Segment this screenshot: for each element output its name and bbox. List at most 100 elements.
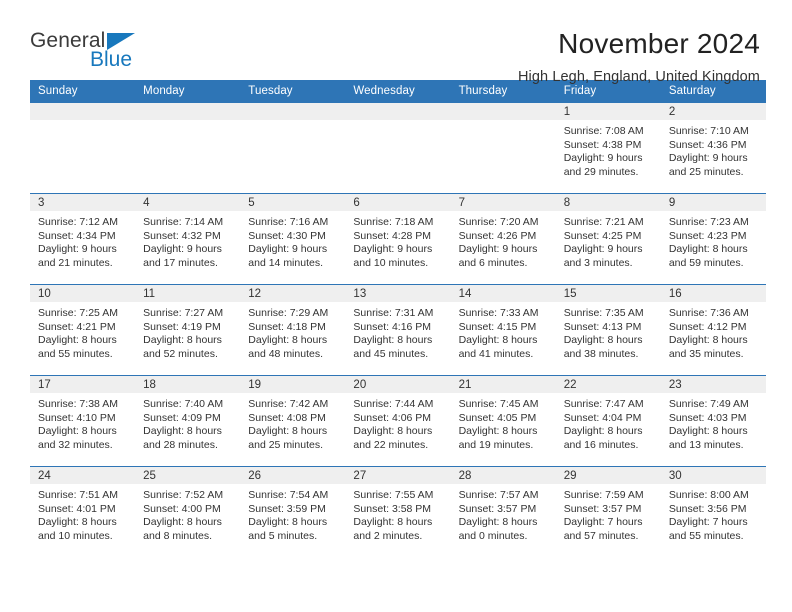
daylight-text: Daylight: 8 hours and 32 minutes. <box>38 425 117 451</box>
day-details: Sunrise: 7:18 AM Sunset: 4:28 PM Daylight:… <box>345 211 450 270</box>
day-number: 3 <box>30 194 136 211</box>
calendar-cell-day[interactable]: 9 Sunrise: 7:23 AM Sunset: 4:23 PM Daylight… <box>660 193 766 285</box>
day-details: Sunrise: 7:44 AM Sunset: 4:06 PM Daylight:… <box>345 393 450 452</box>
weekday-header-tuesday: Tuesday <box>240 80 346 103</box>
day-details: Sunrise: 7:55 AM Sunset: 3:58 PM Daylight:… <box>345 484 450 543</box>
calendar-cell-day[interactable]: 18 Sunrise: 7:40 AM Sunset: 4:09 PM Dayligh… <box>135 375 241 467</box>
daylight-text: Daylight: 7 hours and 57 minutes. <box>563 516 643 542</box>
calendar-cell-day[interactable]: 16 Sunrise: 7:36 AM Sunset: 4:12 PM Dayligh… <box>660 284 766 376</box>
sunrise-text: Sunrise: 7:27 AM <box>143 307 224 319</box>
calendar-page: General Blue November 2024 High Legh, En… <box>0 0 792 612</box>
daylight-text: Daylight: 8 hours and 45 minutes. <box>353 334 433 360</box>
daylight-text: Daylight: 8 hours and 38 minutes. <box>563 334 643 360</box>
calendar-cell-day[interactable]: 24 Sunrise: 7:51 AM Sunset: 4:01 PM Dayligh… <box>30 466 136 557</box>
day-number: 17 <box>30 376 136 393</box>
sunset-text: Sunset: 4:23 PM <box>668 229 747 242</box>
day-cell: 17 Sunrise: 7:38 AM Sunset: 4:10 PM Dayligh… <box>30 376 136 466</box>
calendar-cell-day[interactable]: 6 Sunrise: 7:18 AM Sunset: 4:28 PM Daylight… <box>345 193 451 285</box>
sunset-text: Sunset: 4:18 PM <box>248 320 326 333</box>
calendar-cell-day[interactable]: 17 Sunrise: 7:38 AM Sunset: 4:10 PM Dayligh… <box>30 375 136 467</box>
day-number <box>240 103 346 120</box>
sunset-text: Sunset: 4:05 PM <box>458 411 537 424</box>
page-title: November 2024 <box>558 28 760 59</box>
day-number: 23 <box>660 376 766 393</box>
sunset-text: Sunset: 4:00 PM <box>143 502 221 515</box>
day-details: Sunrise: 7:33 AM Sunset: 4:15 PM Daylight:… <box>451 302 556 361</box>
calendar-cell-day[interactable]: 15 Sunrise: 7:35 AM Sunset: 4:13 PM Dayligh… <box>555 284 661 376</box>
day-details: Sunrise: 7:21 AM Sunset: 4:25 PM Daylight:… <box>556 211 661 270</box>
calendar-cell-day[interactable]: 26 Sunrise: 7:54 AM Sunset: 3:59 PM Dayligh… <box>240 466 346 557</box>
day-cell: 20 Sunrise: 7:44 AM Sunset: 4:06 PM Dayligh… <box>345 376 451 466</box>
calendar-cell-day[interactable]: 11 Sunrise: 7:27 AM Sunset: 4:19 PM Dayligh… <box>135 284 241 376</box>
day-number <box>450 103 556 120</box>
day-number: 2 <box>660 103 766 120</box>
daylight-text: Daylight: 7 hours and 55 minutes. <box>668 516 748 542</box>
general-blue-logo[interactable]: General Blue <box>30 28 170 76</box>
calendar-cell-day[interactable]: 19 Sunrise: 7:42 AM Sunset: 4:08 PM Dayligh… <box>240 375 346 467</box>
calendar-week-row: 1 Sunrise: 7:08 AM Sunset: 4:38 PM Daylight… <box>30 103 766 194</box>
weekday-header-monday: Monday <box>135 80 241 103</box>
calendar-week-row: 3 Sunrise: 7:12 AM Sunset: 4:34 PM Daylight… <box>30 193 766 285</box>
weekday-header-wednesday: Wednesday <box>345 80 451 103</box>
day-number: 1 <box>555 103 661 120</box>
sunrise-text: Sunrise: 7:31 AM <box>353 307 434 319</box>
calendar-cell-empty <box>30 103 136 194</box>
calendar-cell-day[interactable]: 22 Sunrise: 7:47 AM Sunset: 4:04 PM Dayligh… <box>555 375 661 467</box>
day-cell: 24 Sunrise: 7:51 AM Sunset: 4:01 PM Dayligh… <box>30 467 136 557</box>
day-number: 14 <box>450 285 556 302</box>
calendar-cell-day[interactable]: 25 Sunrise: 7:52 AM Sunset: 4:00 PM Dayligh… <box>135 466 241 557</box>
calendar-cell-day[interactable]: 29 Sunrise: 7:59 AM Sunset: 3:57 PM Dayligh… <box>555 466 661 557</box>
calendar-cell-day[interactable]: 3 Sunrise: 7:12 AM Sunset: 4:34 PM Daylight… <box>30 193 136 285</box>
calendar-cell-day[interactable]: 27 Sunrise: 7:55 AM Sunset: 3:58 PM Dayligh… <box>345 466 451 557</box>
calendar-cell-day[interactable]: 20 Sunrise: 7:44 AM Sunset: 4:06 PM Dayligh… <box>345 375 451 467</box>
daylight-text: Daylight: 8 hours and 22 minutes. <box>353 425 433 451</box>
calendar-cell-day[interactable]: 4 Sunrise: 7:14 AM Sunset: 4:32 PM Daylight… <box>135 193 241 285</box>
day-details: Sunrise: 7:12 AM Sunset: 4:34 PM Daylight:… <box>30 211 135 270</box>
day-cell: 15 Sunrise: 7:35 AM Sunset: 4:13 PM Dayligh… <box>555 285 661 375</box>
calendar-container: Sunday Monday Tuesday Wednesday Thursday… <box>0 80 792 557</box>
calendar-week-row: 17 Sunrise: 7:38 AM Sunset: 4:10 PM Dayligh… <box>30 375 766 467</box>
title-block: November 2024 High Legh, England, United… <box>518 28 764 85</box>
day-cell: 8 Sunrise: 7:21 AM Sunset: 4:25 PM Daylight… <box>555 194 661 284</box>
day-details: Sunrise: 7:45 AM Sunset: 4:05 PM Daylight:… <box>451 393 556 452</box>
sunset-text: Sunset: 4:16 PM <box>353 320 432 333</box>
day-details: Sunrise: 7:51 AM Sunset: 4:01 PM Daylight:… <box>30 484 135 543</box>
daylight-text: Daylight: 9 hours and 29 minutes. <box>563 152 643 178</box>
sunset-text: Sunset: 4:15 PM <box>458 320 537 333</box>
calendar-cell-day[interactable]: 1 Sunrise: 7:08 AM Sunset: 4:38 PM Daylight… <box>555 103 661 194</box>
day-number: 28 <box>450 467 556 484</box>
calendar-cell-day[interactable]: 2 Sunrise: 7:10 AM Sunset: 4:36 PM Daylight… <box>660 103 766 194</box>
sunrise-text: Sunrise: 7:40 AM <box>143 398 224 410</box>
calendar-cell-day[interactable]: 5 Sunrise: 7:16 AM Sunset: 4:30 PM Daylight… <box>240 193 346 285</box>
calendar-cell-day[interactable]: 30 Sunrise: 8:00 AM Sunset: 3:56 PM Dayligh… <box>660 466 766 557</box>
day-details: Sunrise: 7:49 AM Sunset: 4:03 PM Daylight:… <box>661 393 766 452</box>
calendar-cell-day[interactable]: 8 Sunrise: 7:21 AM Sunset: 4:25 PM Daylight… <box>555 193 661 285</box>
sunset-text: Sunset: 4:13 PM <box>563 320 642 333</box>
calendar-cell-day[interactable]: 13 Sunrise: 7:31 AM Sunset: 4:16 PM Dayligh… <box>345 284 451 376</box>
day-details: Sunrise: 7:16 AM Sunset: 4:30 PM Daylight:… <box>240 211 345 270</box>
calendar-cell-day[interactable]: 28 Sunrise: 7:57 AM Sunset: 3:57 PM Dayligh… <box>450 466 556 557</box>
calendar-cell-day[interactable]: 12 Sunrise: 7:29 AM Sunset: 4:18 PM Dayligh… <box>240 284 346 376</box>
day-number: 10 <box>30 285 136 302</box>
daylight-text: Daylight: 8 hours and 5 minutes. <box>248 516 328 542</box>
sunrise-text: Sunrise: 7:47 AM <box>563 398 644 410</box>
calendar-cell-empty <box>345 103 451 194</box>
sunset-text: Sunset: 3:57 PM <box>458 502 537 515</box>
day-number: 29 <box>555 467 661 484</box>
calendar-cell-day[interactable]: 14 Sunrise: 7:33 AM Sunset: 4:15 PM Dayligh… <box>450 284 556 376</box>
calendar-cell-day[interactable]: 10 Sunrise: 7:25 AM Sunset: 4:21 PM Dayligh… <box>30 284 136 376</box>
daylight-text: Daylight: 9 hours and 6 minutes. <box>458 243 538 269</box>
day-details: Sunrise: 7:25 AM Sunset: 4:21 PM Daylight:… <box>30 302 135 361</box>
sunset-text: Sunset: 4:30 PM <box>248 229 326 242</box>
day-details: Sunrise: 7:52 AM Sunset: 4:00 PM Daylight:… <box>135 484 240 543</box>
sunrise-text: Sunrise: 7:23 AM <box>668 216 749 228</box>
day-details: Sunrise: 7:08 AM Sunset: 4:38 PM Daylight:… <box>556 120 661 179</box>
calendar-cell-day[interactable]: 23 Sunrise: 7:49 AM Sunset: 4:03 PM Dayligh… <box>660 375 766 467</box>
day-details: Sunrise: 7:20 AM Sunset: 4:26 PM Daylight:… <box>451 211 556 270</box>
logo-secondary-text: Blue <box>90 48 133 71</box>
calendar-cell-day[interactable]: 21 Sunrise: 7:45 AM Sunset: 4:05 PM Dayligh… <box>450 375 556 467</box>
calendar-cell-day[interactable]: 7 Sunrise: 7:20 AM Sunset: 4:26 PM Daylight… <box>450 193 556 285</box>
day-cell <box>30 103 136 193</box>
sunset-text: Sunset: 4:03 PM <box>668 411 747 424</box>
daylight-text: Daylight: 8 hours and 41 minutes. <box>458 334 538 360</box>
